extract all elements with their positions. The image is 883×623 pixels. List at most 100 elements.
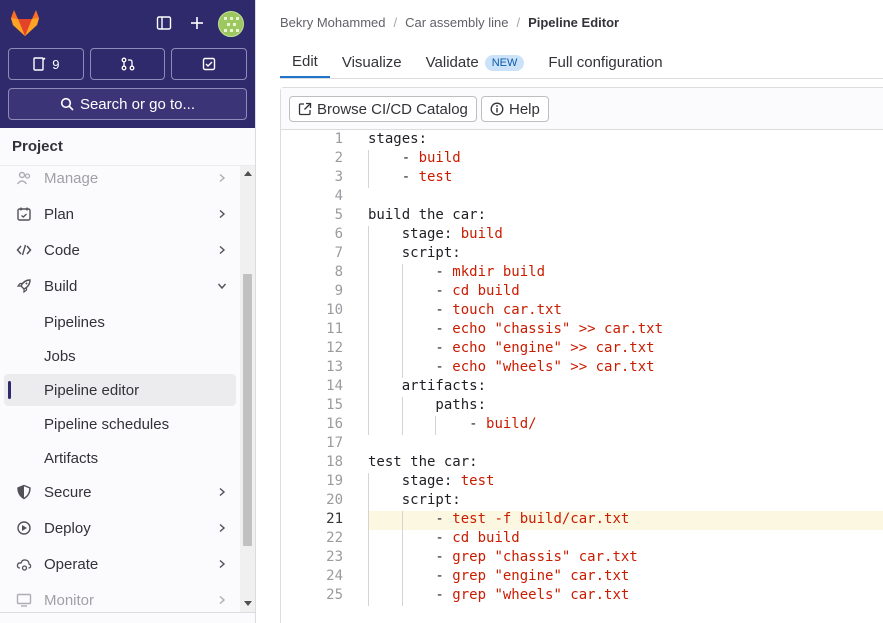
code-line: - echo "chassis" >> car.txt bbox=[368, 321, 664, 337]
line-number: 2 bbox=[334, 150, 343, 166]
issues-counter-button[interactable]: 9 bbox=[8, 48, 84, 80]
button-label: Browse CI/CD Catalog bbox=[317, 100, 468, 118]
plus-icon[interactable] bbox=[185, 11, 209, 35]
sidebar-item-label: Deploy bbox=[44, 519, 91, 537]
merge-requests-counter-button[interactable] bbox=[89, 48, 166, 80]
sidebar-item-monitor[interactable]: Monitor bbox=[4, 584, 236, 612]
tab-label: Validate bbox=[425, 54, 479, 71]
issue-icon bbox=[33, 57, 46, 71]
scrollbar-thumb[interactable] bbox=[243, 274, 252, 546]
sidebar-toggle-icon[interactable] bbox=[152, 11, 176, 35]
chevron-right-icon bbox=[208, 487, 236, 497]
code-line: stage: test bbox=[368, 473, 495, 489]
sidebar-item-label: Manage bbox=[44, 169, 99, 187]
indent-guide bbox=[368, 473, 369, 492]
sidebar-subitem-pipeline-schedules[interactable]: Pipeline schedules bbox=[4, 408, 236, 440]
line-number: 4 bbox=[334, 188, 343, 204]
indent-guide bbox=[368, 359, 369, 378]
sidebar-item-operate[interactable]: Operate bbox=[4, 548, 236, 580]
code-line: stage: build bbox=[368, 226, 503, 242]
button-label: Help bbox=[509, 100, 540, 118]
breadcrumb: Bekry Mohammed / Car assembly line / Pip… bbox=[280, 15, 619, 30]
code-line: - test bbox=[368, 169, 453, 185]
line-number: 14 bbox=[326, 378, 343, 394]
chevron-right-icon bbox=[208, 245, 236, 255]
indent-guide bbox=[401, 302, 403, 321]
sidebar-subitem-jobs[interactable]: Jobs bbox=[4, 340, 236, 372]
browse-catalog-button[interactable]: Browse CI/CD Catalog bbox=[289, 96, 477, 122]
indent-guide bbox=[401, 568, 403, 587]
indent-guide bbox=[401, 530, 403, 549]
counters: 9 bbox=[8, 48, 248, 80]
line-number: 25 bbox=[326, 587, 343, 603]
help-button[interactable]: Help bbox=[481, 96, 549, 122]
indent-guide bbox=[401, 549, 403, 568]
line-number: 8 bbox=[334, 264, 343, 280]
sidebar-item-secure[interactable]: Secure bbox=[4, 476, 236, 508]
line-number: 20 bbox=[326, 492, 343, 508]
merge-request-icon bbox=[121, 57, 134, 71]
tab-validate[interactable]: Validate NEW bbox=[414, 47, 537, 78]
deploy-icon bbox=[4, 520, 44, 536]
indent-guide bbox=[368, 283, 369, 302]
sidebar-scrollbar[interactable] bbox=[240, 166, 255, 612]
scroll-up-arrow-icon[interactable] bbox=[244, 171, 252, 176]
chevron-right-icon bbox=[208, 559, 236, 569]
main-content: Bekry Mohammed / Car assembly line / Pip… bbox=[256, 0, 883, 623]
tab-edit[interactable]: Edit bbox=[280, 47, 330, 78]
code-line: paths: bbox=[368, 397, 487, 413]
line-number: 5 bbox=[334, 207, 343, 223]
code-line: stages: bbox=[368, 131, 428, 147]
gitlab-logo-icon[interactable] bbox=[10, 9, 40, 37]
sidebar-item-deploy[interactable]: Deploy bbox=[4, 512, 236, 544]
todo-counter-button[interactable] bbox=[171, 48, 248, 80]
line-number: 10 bbox=[326, 302, 343, 318]
indent-guide bbox=[435, 416, 437, 435]
code-editor[interactable]: 1 stages: 2 - build 3 - test 4 5 build the car… bbox=[281, 130, 883, 623]
scroll-down-arrow-icon[interactable] bbox=[244, 601, 252, 606]
code-line: - grep "wheels" car.txt bbox=[368, 587, 630, 603]
breadcrumb-project[interactable]: Car assembly line bbox=[405, 15, 508, 30]
chevron-right-icon bbox=[208, 209, 236, 219]
code-line: script: bbox=[368, 492, 461, 508]
sidebar-item-plan[interactable]: Plan bbox=[4, 198, 236, 230]
indent-guide bbox=[368, 302, 369, 321]
sidebar-subitem-artifacts[interactable]: Artifacts bbox=[4, 442, 236, 474]
sidebar-item-label: Secure bbox=[44, 483, 92, 501]
avatar[interactable] bbox=[218, 11, 244, 37]
breadcrumb-separator: / bbox=[393, 15, 398, 30]
users-icon bbox=[4, 170, 44, 186]
indent-guide bbox=[368, 245, 369, 264]
sidebar-item-manage[interactable]: Manage bbox=[4, 166, 236, 194]
breadcrumb-current[interactable]: Pipeline Editor bbox=[528, 15, 619, 30]
line-number: 16 bbox=[326, 416, 343, 432]
indent-guide bbox=[401, 397, 403, 416]
editor-toolbar: Browse CI/CD Catalog Help bbox=[281, 88, 883, 130]
chevron-down-icon bbox=[208, 281, 236, 291]
indent-guide bbox=[368, 264, 369, 283]
info-icon bbox=[490, 102, 504, 116]
line-number: 9 bbox=[334, 283, 343, 299]
code-line: - echo "engine" >> car.txt bbox=[368, 340, 655, 356]
search-button[interactable]: Search or go to... bbox=[8, 88, 247, 120]
sidebar-subitem-pipelines[interactable]: Pipelines bbox=[4, 306, 236, 338]
indent-guide bbox=[368, 378, 369, 397]
code-line: build the car: bbox=[368, 207, 487, 223]
sidebar-item-build[interactable]: Build bbox=[4, 270, 236, 302]
tab-full-configuration[interactable]: Full configuration bbox=[536, 47, 674, 78]
line-number: 1 bbox=[334, 131, 343, 147]
indent-guide bbox=[401, 416, 403, 435]
tab-visualize[interactable]: Visualize bbox=[330, 47, 414, 78]
line-number: 21 bbox=[326, 511, 343, 527]
line-number: 19 bbox=[326, 473, 343, 489]
sidebar-item-label: Code bbox=[44, 241, 80, 259]
indent-guide bbox=[368, 587, 369, 606]
code-line: script: bbox=[368, 245, 461, 261]
line-number: 22 bbox=[326, 530, 343, 546]
sidebar-subitem-pipeline-editor[interactable]: Pipeline editor bbox=[4, 374, 236, 406]
code-line: - build bbox=[368, 150, 461, 166]
breadcrumb-user[interactable]: Bekry Mohammed bbox=[280, 15, 385, 30]
sidebar-item-code[interactable]: Code bbox=[4, 234, 236, 266]
line-number: 24 bbox=[326, 568, 343, 584]
monitor-icon bbox=[4, 592, 44, 608]
